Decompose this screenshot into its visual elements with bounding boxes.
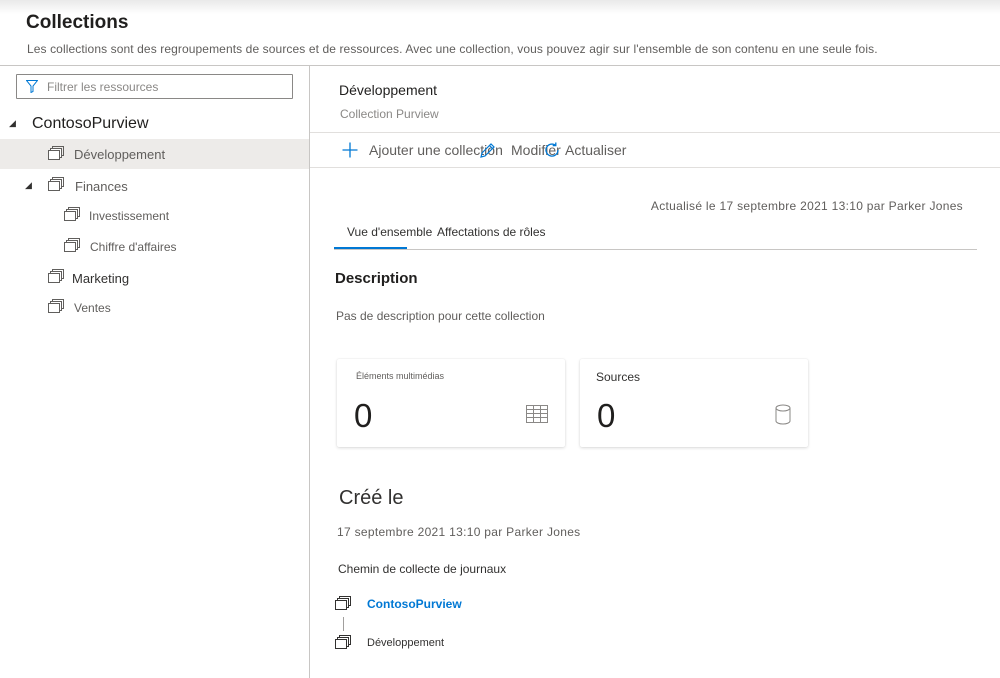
page-header: Collections Les collections sont des reg… — [0, 0, 1000, 66]
filter-input[interactable] — [47, 77, 287, 96]
collection-detail-panel: Développement Collection Purview Ajouter… — [310, 66, 1000, 678]
description-title: Description — [335, 270, 418, 287]
tree-item-developpement[interactable]: Développement — [0, 139, 309, 169]
collection-icon — [64, 238, 80, 252]
tree-item-label: Chiffre d'affaires — [90, 240, 177, 254]
path-item-root: ContosoPurview — [334, 595, 462, 613]
card-value: 0 — [597, 397, 616, 434]
card-label: Éléments multimédias — [356, 371, 445, 381]
tree-item-investissement[interactable]: Investissement — [0, 201, 309, 231]
edit-button[interactable]: Modifier — [479, 133, 561, 167]
tree-root-label: ContosoPurview — [32, 115, 149, 132]
collection-icon — [335, 596, 351, 610]
path-label-developpement: Développement — [367, 637, 445, 649]
tree-item-label: Finances — [75, 178, 128, 194]
filter-box[interactable] — [16, 74, 293, 99]
description-text: Pas de description pour cette collection — [336, 309, 545, 323]
last-updated-text: Actualisé le 17 septembre 2021 13:10 par… — [650, 199, 963, 213]
detail-tabs: Vue d'ensemble Affectations de rôles — [334, 218, 977, 250]
refresh-button[interactable]: Actualiser — [543, 133, 633, 167]
pencil-icon — [480, 143, 495, 158]
tree-root-contosopurview[interactable]: ◢ ContosoPurview — [0, 109, 309, 139]
card-media-items: Éléments multimédias 0 — [337, 359, 565, 447]
card-value: 0 — [354, 397, 373, 434]
tree-item-finances[interactable]: ◢ Finances — [0, 171, 309, 201]
created-text: 17 septembre 2021 13:10 par Parker Jones — [337, 525, 581, 539]
path-item-current: Développement — [334, 634, 444, 652]
collection-icon — [64, 207, 80, 221]
tree-item-marketing[interactable]: Marketing — [0, 263, 309, 293]
collections-tree-panel: ◢ ContosoPurview Développement ◢ Finance… — [0, 66, 310, 678]
table-icon — [526, 405, 548, 423]
collection-icon — [48, 177, 64, 191]
collection-type: Collection Purview — [340, 107, 439, 121]
tree-item-label: Développement — [74, 146, 166, 162]
tab-overview[interactable]: Vue d'ensemble — [347, 225, 432, 239]
path-link-contosopurview[interactable]: ContosoPurview — [367, 597, 462, 611]
created-title: Créé le — [339, 487, 404, 509]
collection-name: Développement — [339, 82, 438, 98]
database-icon — [775, 404, 791, 425]
tree-item-label: Marketing — [72, 270, 130, 286]
page-subtitle: Les collections sont des regroupements d… — [27, 42, 878, 56]
page-title: Collections — [26, 12, 129, 33]
collapse-caret-icon[interactable]: ◢ — [9, 118, 16, 129]
card-sources: Sources 0 — [580, 359, 808, 447]
refresh-label: Actualiser — [565, 142, 627, 158]
collection-icon — [48, 146, 64, 160]
path-connector — [343, 617, 344, 631]
card-label: Sources — [596, 370, 641, 384]
tab-role-assignments[interactable]: Affectations de rôles — [437, 225, 546, 239]
active-tab-indicator — [334, 247, 407, 249]
add-collection-button[interactable]: Ajouter une collection — [342, 133, 503, 167]
collection-icon — [335, 635, 351, 649]
collection-path-title: Chemin de collecte de journaux — [338, 562, 507, 576]
tree-item-label: Investissement — [89, 209, 170, 223]
filter-icon — [26, 80, 38, 93]
refresh-icon — [545, 142, 559, 157]
collection-icon — [48, 269, 64, 283]
plus-icon — [342, 142, 358, 158]
collapse-caret-icon[interactable]: ◢ — [25, 180, 32, 191]
tree-item-ventes[interactable]: Ventes — [0, 293, 309, 323]
collection-icon — [48, 299, 64, 313]
command-bar: Ajouter une collection Modifier Actualis… — [310, 132, 1000, 168]
tree-item-label: Ventes — [74, 301, 111, 315]
tree-item-chiffre-daffaires[interactable]: Chiffre d'affaires — [0, 232, 309, 262]
